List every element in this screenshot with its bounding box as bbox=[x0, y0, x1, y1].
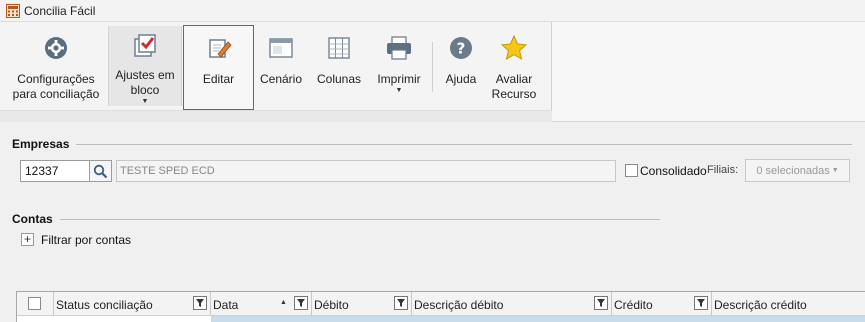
title-bar: Concilia Fácil bbox=[0, 0, 865, 22]
help-icon: ? bbox=[445, 32, 477, 64]
window-title: Concilia Fácil bbox=[24, 3, 96, 18]
column-label: Descrição débito bbox=[414, 298, 504, 312]
select-all-checkbox[interactable] bbox=[28, 297, 41, 310]
column-header-credito[interactable]: Crédito bbox=[612, 292, 712, 316]
app-calculator-icon bbox=[6, 3, 20, 18]
filter-funnel-icon[interactable] bbox=[294, 296, 308, 310]
contas-section-title: Contas bbox=[12, 212, 53, 226]
cenario-label: Cenário bbox=[259, 72, 303, 86]
column-header-descricao-debito[interactable]: Descrição débito bbox=[412, 292, 612, 316]
column-label: Crédito bbox=[614, 298, 653, 312]
checklist-icon bbox=[129, 32, 161, 60]
filter-funnel-icon[interactable] bbox=[694, 296, 708, 310]
avaliar-recurso-button[interactable]: Avaliar Recurso bbox=[486, 26, 542, 106]
cenario-button[interactable]: Cenário bbox=[256, 26, 306, 106]
filiais-value: 0 selecionadas bbox=[756, 164, 830, 177]
filiais-select[interactable]: 0 selecionadas ▼ bbox=[745, 159, 850, 182]
columns-icon bbox=[323, 32, 355, 64]
ajustes-label: Ajustes em bloco bbox=[115, 68, 175, 97]
filter-funnel-icon[interactable] bbox=[594, 296, 608, 310]
contas-divider bbox=[60, 219, 660, 220]
column-header-debito[interactable]: Débito bbox=[312, 292, 412, 316]
column-header-descricao-credito[interactable]: Descrição crédito bbox=[712, 292, 865, 316]
edit-pencil-icon bbox=[203, 32, 235, 64]
colunas-button[interactable]: Colunas bbox=[312, 26, 366, 106]
printer-icon bbox=[383, 32, 415, 64]
filter-funnel-icon[interactable] bbox=[193, 296, 207, 310]
editar-button[interactable]: Editar bbox=[183, 25, 254, 110]
filter-funnel-icon[interactable] bbox=[394, 296, 408, 310]
editar-label: Editar bbox=[202, 72, 235, 86]
search-icon bbox=[93, 164, 108, 178]
select-all-column bbox=[17, 292, 54, 316]
empresas-divider bbox=[76, 144, 852, 145]
ribbon-group-footer bbox=[0, 110, 552, 122]
ribbon-separator bbox=[432, 42, 433, 92]
sort-ascending-icon: ▲ bbox=[280, 299, 287, 306]
ajuda-button[interactable]: ? Ajuda bbox=[437, 26, 485, 106]
expand-plus-icon[interactable]: + bbox=[21, 233, 34, 246]
empresa-code-input[interactable]: 12337 bbox=[20, 160, 90, 182]
configuracoes-label: Configurações para conciliação bbox=[12, 72, 100, 101]
consolidado-checkbox[interactable] bbox=[625, 164, 638, 177]
grid-header: Status conciliação Data ▲ Débito Descriç… bbox=[17, 292, 865, 316]
avaliar-label: Avaliar Recurso bbox=[491, 72, 537, 101]
ajuda-label: Ajuda bbox=[445, 72, 477, 86]
column-header-data[interactable]: Data ▲ bbox=[211, 292, 312, 316]
ribbon-toolbar: Configurações para conciliação Ajustes e… bbox=[0, 22, 865, 122]
star-icon bbox=[498, 32, 530, 64]
column-label: Descrição crédito bbox=[714, 298, 807, 312]
column-label: Data bbox=[213, 298, 239, 312]
empresas-section-title: Empresas bbox=[12, 137, 70, 151]
conciliacao-grid: Status conciliação Data ▲ Débito Descriç… bbox=[16, 291, 865, 322]
table-row-selected[interactable] bbox=[211, 316, 865, 322]
chevron-down-icon: ▼ bbox=[395, 87, 403, 94]
colunas-label: Colunas bbox=[316, 72, 362, 86]
imprimir-button[interactable]: Imprimir ▼ bbox=[370, 26, 428, 106]
ajustes-em-bloco-button[interactable]: Ajustes em bloco ▼ bbox=[108, 26, 182, 106]
consolidado-label: Consolidado bbox=[640, 164, 707, 178]
column-label: Status conciliação bbox=[56, 298, 153, 312]
window-icon bbox=[265, 32, 297, 64]
empresa-name-field: TESTE SPED ECD bbox=[116, 160, 616, 182]
column-label: Débito bbox=[314, 298, 349, 312]
imprimir-label: Imprimir bbox=[377, 72, 421, 86]
gear-icon bbox=[40, 32, 72, 64]
empresa-search-button[interactable] bbox=[90, 160, 112, 182]
chevron-down-icon: ▼ bbox=[831, 167, 839, 174]
svg-text:?: ? bbox=[457, 40, 466, 58]
filtrar-por-contas-label[interactable]: Filtrar por contas bbox=[41, 233, 131, 247]
filiais-label: Filiais: bbox=[707, 164, 739, 176]
column-header-status[interactable]: Status conciliação bbox=[54, 292, 211, 316]
chevron-down-icon: ▼ bbox=[141, 98, 149, 105]
configuracoes-button[interactable]: Configurações para conciliação bbox=[6, 26, 106, 106]
